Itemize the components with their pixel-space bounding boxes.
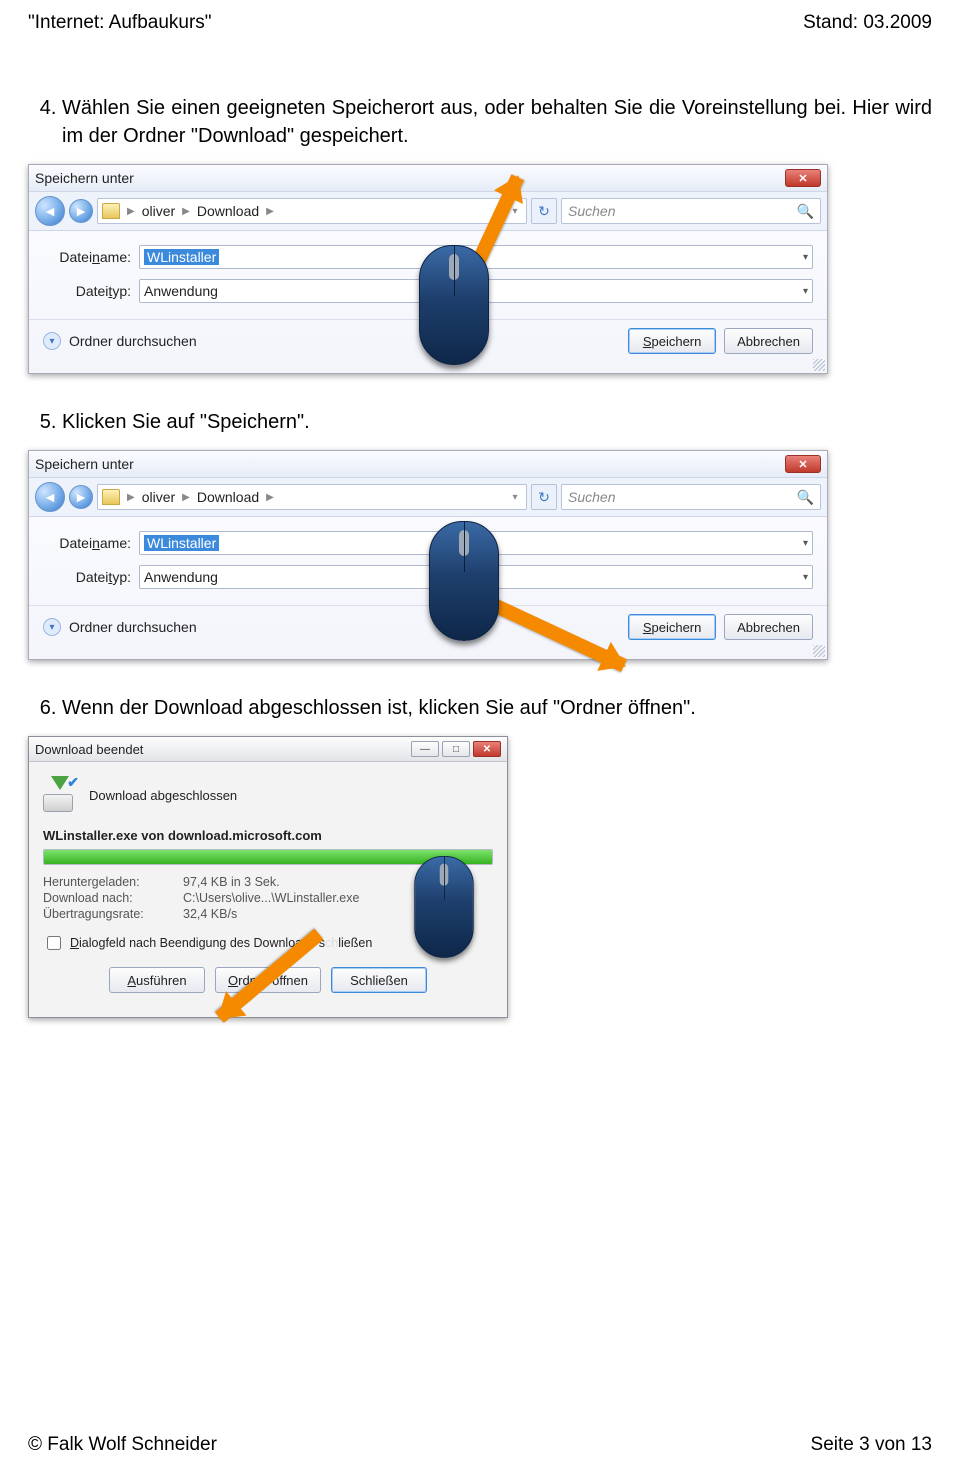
close-icon[interactable]: ✕	[785, 455, 821, 473]
filename-label: Dateiname:	[43, 535, 139, 551]
filetype-value: Anwendung	[144, 283, 218, 299]
chevron-down-icon[interactable]: ▾	[803, 252, 808, 263]
nav-forward-icon[interactable]: ►	[69, 485, 93, 509]
lbl-downloaded: Heruntergeladen:	[43, 875, 183, 889]
chevron-right-icon: ▶	[263, 206, 277, 217]
filetype-field[interactable]: Anwendung ▾	[139, 279, 813, 303]
search-input[interactable]: Suchen 🔍	[561, 484, 821, 510]
save-button[interactable]: Speichern	[628, 328, 716, 354]
browse-folders-link[interactable]: Ordner durchsuchen	[69, 619, 197, 635]
filetype-field[interactable]: Anwendung ▾	[139, 565, 813, 589]
chevron-down-icon[interactable]: ▾	[803, 572, 808, 583]
refresh-icon[interactable]: ↻	[531, 198, 557, 224]
step-4-text: Wählen Sie einen geeigneten Speicherort …	[62, 94, 932, 150]
cancel-button[interactable]: Abbrechen	[724, 614, 813, 640]
chevron-right-icon: ▶	[179, 206, 193, 217]
run-button[interactable]: Ausführen	[109, 967, 205, 993]
expand-folders-icon[interactable]: ▾	[43, 618, 61, 636]
dialog-title: Speichern unter	[35, 456, 134, 472]
filename-label: Dateiname:	[43, 249, 139, 265]
search-placeholder: Suchen	[568, 203, 615, 219]
val-downloaded: 97,4 KB in 3 Sek.	[183, 875, 493, 889]
nav-back-icon[interactable]: ◄	[35, 196, 65, 226]
refresh-icon[interactable]: ↻	[531, 484, 557, 510]
save-button[interactable]: Speichern	[628, 614, 716, 640]
breadcrumb-seg-1[interactable]: oliver	[142, 489, 175, 505]
resize-grip-icon[interactable]	[813, 359, 825, 371]
val-rate: 32,4 KB/s	[183, 907, 493, 921]
breadcrumb-seg-2[interactable]: Download	[197, 203, 259, 219]
close-icon[interactable]: ✕	[473, 741, 501, 757]
folder-icon	[102, 489, 120, 505]
dl-status-text: Download abgeschlossen	[89, 788, 237, 803]
search-input[interactable]: Suchen 🔍	[561, 198, 821, 224]
filename-field[interactable]: WLinstaller ▾	[139, 245, 813, 269]
search-icon: 🔍	[797, 203, 814, 220]
chevron-right-icon: ▶	[124, 206, 138, 217]
close-button[interactable]: Schließen	[331, 967, 427, 993]
lbl-rate: Übertragungsrate:	[43, 907, 183, 921]
filetype-label: Dateityp:	[43, 283, 139, 299]
minimize-icon[interactable]: —	[411, 741, 439, 757]
folder-icon	[102, 203, 120, 219]
download-complete-dialog: Download beendet — □ ✕ ✔ Download abgesc…	[28, 736, 508, 1018]
step-6-text: Wenn der Download abgeschlossen ist, kli…	[62, 694, 932, 722]
close-icon[interactable]: ✕	[785, 169, 821, 187]
breadcrumb-seg-2[interactable]: Download	[197, 489, 259, 505]
dl-dialog-title: Download beendet	[35, 742, 143, 757]
filetype-label: Dateityp:	[43, 569, 139, 585]
close-after-download-checkbox[interactable]	[47, 936, 61, 950]
maximize-icon[interactable]: □	[442, 741, 470, 757]
chevron-down-icon[interactable]: ▾	[803, 538, 808, 549]
breadcrumb-seg-1[interactable]: oliver	[142, 203, 175, 219]
breadcrumb[interactable]: ▶ oliver ▶ Download ▶ ▾	[97, 484, 527, 510]
val-destination: C:\Users\olive...\WLinstaller.exe	[183, 891, 493, 905]
cancel-button[interactable]: Abbrechen	[724, 328, 813, 354]
filetype-value: Anwendung	[144, 569, 218, 585]
chevron-down-icon[interactable]: ▾	[508, 492, 522, 503]
progress-bar	[43, 849, 493, 865]
expand-folders-icon[interactable]: ▾	[43, 332, 61, 350]
save-as-dialog-1: Speichern unter ✕ ◄ ► ▶ oliver ▶ Downloa…	[28, 164, 828, 374]
chevron-right-icon: ▶	[179, 492, 193, 503]
open-folder-button[interactable]: Ordner öffnen	[215, 967, 321, 993]
filename-value: WLinstaller	[144, 535, 219, 551]
download-complete-icon: ✔	[43, 778, 77, 812]
chevron-right-icon: ▶	[124, 492, 138, 503]
page-header-right: Stand: 03.2009	[803, 12, 932, 34]
filename-value: WLinstaller	[144, 249, 219, 265]
search-placeholder: Suchen	[568, 489, 615, 505]
resize-grip-icon[interactable]	[813, 645, 825, 657]
nav-back-icon[interactable]: ◄	[35, 482, 65, 512]
dialog-title: Speichern unter	[35, 170, 134, 186]
page-footer-left: © Falk Wolf Schneider	[28, 1434, 217, 1456]
chevron-down-icon[interactable]: ▾	[508, 206, 522, 217]
chevron-right-icon: ▶	[263, 492, 277, 503]
dl-source-text: WLinstaller.exe von download.microsoft.c…	[43, 828, 493, 843]
page-footer-right: Seite 3 von 13	[811, 1434, 932, 1456]
filename-field[interactable]: WLinstaller ▾	[139, 531, 813, 555]
save-as-dialog-2: Speichern unter ✕ ◄ ► ▶ oliver ▶ Downloa…	[28, 450, 828, 660]
breadcrumb[interactable]: ▶ oliver ▶ Download ▶ ▾	[97, 198, 527, 224]
nav-forward-icon[interactable]: ►	[69, 199, 93, 223]
step-5-text: Klicken Sie auf "Speichern".	[62, 408, 932, 436]
browse-folders-link[interactable]: Ordner durchsuchen	[69, 333, 197, 349]
search-icon: 🔍	[797, 489, 814, 506]
close-after-download-label: Dialogfeld nach Beendigung des Downloads…	[70, 936, 372, 950]
chevron-down-icon[interactable]: ▾	[803, 286, 808, 297]
lbl-destination: Download nach:	[43, 891, 183, 905]
page-header-left: "Internet: Aufbaukurs"	[28, 12, 212, 34]
